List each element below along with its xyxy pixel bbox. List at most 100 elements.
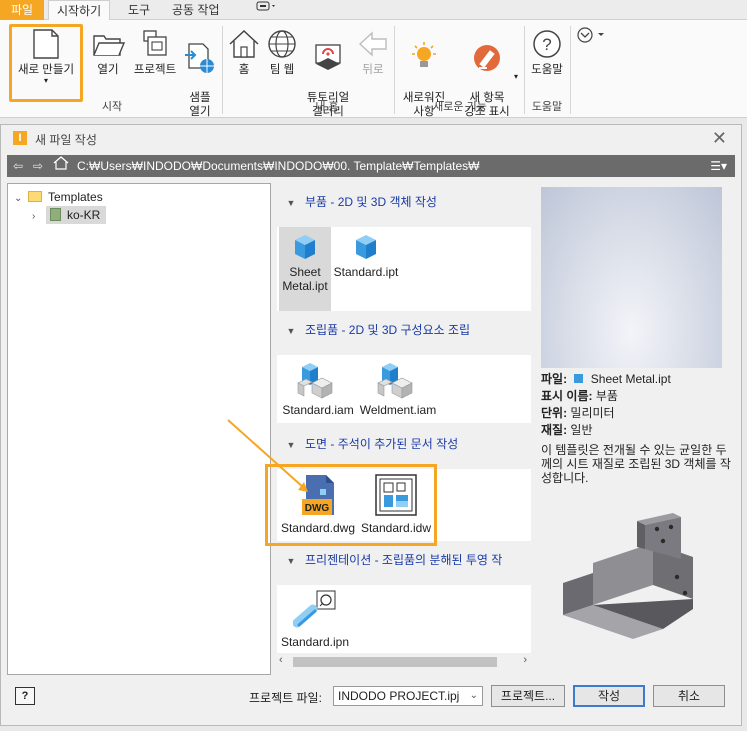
group-label-start: 시작: [101, 101, 123, 113]
view-options-icon[interactable]: ☰▾: [710, 155, 727, 177]
collapse-triangle-icon[interactable]: ▼: [277, 434, 305, 456]
category-presentation-header[interactable]: ▼ 프리젠테이션 - 조립품의 분해된 투영 작: [277, 549, 531, 571]
help-icon[interactable]: ?: [15, 687, 35, 705]
part-cube-icon: [356, 235, 376, 259]
team-web-button[interactable]: 팀 웹: [262, 28, 302, 77]
close-icon[interactable]: ✕: [712, 128, 727, 149]
projects-dialog-button[interactable]: 프로젝트...: [491, 685, 565, 707]
help-question-icon: ?: [533, 30, 561, 58]
project-file-label: 프로젝트 파일:: [249, 691, 322, 705]
category-part-items: Sheet Metal.ipt Standard.ipt: [277, 227, 531, 311]
template-label: Weldment.iam: [359, 403, 437, 417]
path-bar: ⇦ ⇨ C:₩Users₩INDODO₩Documents₩INDODO₩00.…: [7, 155, 735, 177]
home-icon[interactable]: [53, 155, 69, 177]
tree-item-templates[interactable]: ⌄ Templates: [14, 188, 103, 206]
back-arrow-icon: [358, 31, 387, 57]
project-file-value: INDODO PROJECT.ipj: [338, 689, 460, 703]
help-button-label: 도움말: [531, 64, 563, 76]
tree-item-label: Templates: [48, 190, 103, 204]
assembly-icon: [377, 363, 413, 399]
tree-item-selected: ko-KR: [46, 206, 107, 224]
part-cube-icon: [295, 235, 315, 259]
group-label-my-home: 내 홈: [315, 101, 339, 113]
ribbon-expand-button[interactable]: [576, 26, 606, 47]
create-button[interactable]: 작성: [573, 685, 645, 707]
forward-arrow-icon[interactable]: ⇨: [33, 155, 43, 177]
projects-button-label: 프로젝트: [133, 64, 177, 76]
svg-text:?: ?: [542, 35, 551, 54]
template-preview: [541, 187, 722, 368]
chevron-right-icon[interactable]: ›: [32, 208, 46, 226]
highlight-new-dropdown-icon[interactable]: ▾: [514, 72, 518, 81]
help-button[interactable]: ? 도움말: [526, 28, 568, 77]
tab-tools[interactable]: 도구: [120, 0, 158, 20]
collapse-triangle-icon[interactable]: ▼: [277, 550, 305, 572]
highlighter-icon: [474, 45, 500, 71]
template-label: Standard.iam: [282, 403, 354, 417]
category-title: 조립품 - 2D 및 3D 구성요소 조립: [305, 323, 471, 337]
template-standard-iam[interactable]: Standard.iam: [279, 355, 357, 417]
project-file-select[interactable]: INDODO PROJECT.ipj ⌄: [333, 686, 483, 706]
projects-button[interactable]: 프로젝트: [130, 28, 180, 77]
file-label: 파일:: [541, 372, 568, 386]
home-button[interactable]: 홈: [226, 28, 262, 77]
ribbon-options-icon: [256, 1, 275, 11]
template-label: Standard.ipn: [280, 635, 350, 649]
material-label: 재질:: [541, 423, 568, 437]
tab-get-started[interactable]: 시작하기: [48, 0, 111, 21]
scroll-left-icon[interactable]: ‹: [279, 654, 283, 666]
presentation-icon: [293, 590, 336, 628]
back-button[interactable]: 뒤로: [354, 28, 392, 77]
highlight-new-button: [9, 24, 83, 102]
current-path[interactable]: C:₩Users₩INDODO₩Documents₩INDODO₩00. Tem…: [77, 155, 480, 177]
template-list: ▼ 부품 - 2D 및 3D 객체 작성 Sheet Metal.ipt Stan…: [277, 183, 531, 675]
horizontal-scrollbar[interactable]: ‹ ›: [277, 653, 531, 671]
team-web-label: 팀 웹: [269, 64, 295, 76]
group-separator: [524, 26, 525, 114]
tab-collaborate[interactable]: 공동 작업: [164, 0, 228, 20]
group-separator: [394, 26, 395, 114]
material-value: 일반: [570, 423, 593, 437]
collapse-triangle-icon[interactable]: ▼: [277, 320, 305, 342]
display-name-value: 부품: [595, 389, 618, 403]
template-label: Standard.ipt: [333, 265, 399, 279]
collapse-triangle-icon[interactable]: ▼: [277, 192, 305, 214]
group-label-help: 도움말: [531, 101, 563, 113]
units-label: 단위:: [541, 406, 568, 420]
open-samples-button[interactable]: 샘플 열기: [182, 28, 218, 119]
cancel-button[interactable]: 취소: [653, 685, 725, 707]
back-button-label: 뒤로: [362, 64, 384, 76]
home-button-label: 홈: [238, 64, 250, 76]
projects-icon: [143, 30, 167, 56]
category-title: 도면 - 주석이 추가된 문서 작성: [305, 437, 459, 451]
chevron-down-icon[interactable]: ⌄: [14, 190, 28, 208]
template-sheet-metal-ipt[interactable]: Sheet Metal.ipt: [279, 227, 331, 311]
lightbulb-icon: [412, 42, 436, 67]
assembly-icon: [297, 363, 333, 399]
tutorial-icon: [315, 44, 341, 70]
dialog-title: 새 파일 작성: [35, 133, 97, 147]
group-label-new-features: 새로운 기능: [433, 101, 487, 113]
template-standard-ipn[interactable]: Standard.ipn: [279, 585, 351, 649]
units-property: 단위: 밀리미터: [541, 405, 737, 422]
open-button[interactable]: 열기: [88, 28, 128, 77]
category-drawing-header[interactable]: ▼ 도면 - 주석이 추가된 문서 작성: [277, 433, 531, 455]
ribbon-display-options[interactable]: [248, 0, 286, 20]
category-title: 부품 - 2D 및 3D 객체 작성: [305, 195, 437, 209]
tab-file[interactable]: 파일: [0, 0, 44, 20]
scrollbar-thumb[interactable]: [293, 657, 497, 667]
template-label: Sheet Metal.ipt: [282, 265, 328, 293]
open-folder-icon: [93, 35, 125, 56]
part-cube-icon: [574, 374, 584, 383]
template-weldment-iam[interactable]: Weldment.iam: [357, 355, 439, 417]
template-standard-ipt[interactable]: Standard.ipt: [331, 227, 401, 279]
file-value: Sheet Metal.ipt: [590, 372, 671, 386]
back-arrow-icon[interactable]: ⇦: [13, 155, 23, 177]
scroll-right-icon[interactable]: ›: [523, 654, 527, 666]
category-assembly-header[interactable]: ▼ 조립품 - 2D 및 3D 구성요소 조립: [277, 319, 531, 341]
category-title: 프리젠테이션 - 조립품의 분해된 투영 작: [305, 553, 503, 567]
file-property: 파일: Sheet Metal.ipt: [541, 371, 737, 388]
category-part-header[interactable]: ▼ 부품 - 2D 및 3D 객체 작성: [277, 191, 531, 213]
tree-item-ko-kr[interactable]: › ko-KR: [32, 206, 107, 226]
template-properties: 파일: Sheet Metal.ipt 표시 이름: 부품 단위: 밀리미터 재…: [541, 371, 737, 439]
